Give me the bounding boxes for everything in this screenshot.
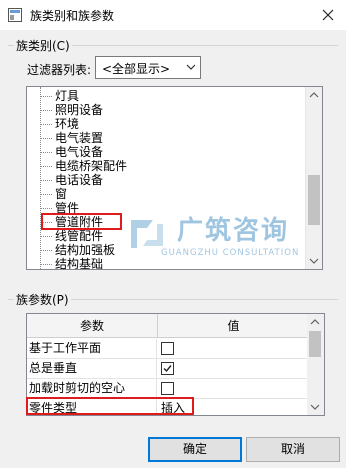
- checkmark-icon: [163, 365, 172, 373]
- tree-item-label: 结构基础: [55, 257, 104, 270]
- tree-item-label: 环境: [55, 117, 80, 131]
- param-name: 总是垂直: [27, 359, 157, 378]
- close-icon[interactable]: [318, 5, 338, 25]
- window-title: 族类别和族参数: [30, 9, 115, 23]
- watermark: 广筑咨询 GUANGZHU CONSULTATION: [127, 212, 322, 270]
- tree-item-label: 线管配件: [55, 229, 104, 243]
- tree-item[interactable]: 电缆桥架配件: [27, 159, 307, 173]
- checkbox[interactable]: [161, 382, 174, 395]
- tree-item-label: 电气装置: [55, 131, 104, 145]
- filter-value: <全部显示>: [102, 62, 171, 76]
- tree-item-label: 电气设备: [55, 145, 104, 159]
- scroll-down-icon[interactable]: [307, 399, 323, 415]
- table-row[interactable]: 基于工作平面: [27, 339, 309, 359]
- column-header-value[interactable]: 值: [158, 314, 309, 338]
- filter-label: 过滤器列表:: [27, 63, 92, 77]
- tree-item[interactable]: 窗: [27, 187, 307, 201]
- checkbox-checked[interactable]: [161, 362, 174, 375]
- ok-button[interactable]: 确定: [148, 437, 242, 462]
- tree-item-label: 灯具: [55, 89, 80, 103]
- filter-dropdown[interactable]: <全部显示>: [95, 56, 201, 79]
- table-row[interactable]: 加载时剪切的空心: [27, 379, 309, 399]
- grid-scrollbar[interactable]: [307, 314, 324, 415]
- family-params-label: 族参数(P): [14, 291, 71, 308]
- tree-dots: [40, 138, 52, 139]
- watermark-logo-icon: [131, 220, 163, 248]
- tree-dots: [40, 110, 52, 111]
- tree-item-label: 电话设备: [55, 173, 104, 187]
- tree-item[interactable]: 环境: [27, 117, 307, 131]
- tree-item-label: 照明设备: [55, 103, 104, 117]
- family-category-label: 族类别(C): [14, 37, 72, 54]
- checkbox[interactable]: [161, 342, 174, 355]
- tree-dots: [40, 166, 52, 167]
- watermark-subtext: GUANGZHU CONSULTATION: [161, 248, 300, 258]
- tree-item-label: 结构加强板: [55, 243, 116, 257]
- highlight-box-param: [26, 397, 194, 415]
- tree-dots: [40, 208, 52, 209]
- tree-dots: [40, 194, 52, 195]
- tree-item[interactable]: 灯具: [27, 89, 307, 103]
- tree-item-label: 电缆桥架配件: [55, 159, 128, 173]
- tree-item[interactable]: 照明设备: [27, 103, 307, 117]
- tree-dots: [40, 96, 52, 97]
- chevron-down-icon: [186, 64, 196, 70]
- tree-dots: [40, 264, 52, 265]
- grid-header: 参数 值: [27, 314, 309, 338]
- scroll-up-icon[interactable]: [307, 314, 323, 330]
- tree-item[interactable]: 电气装置: [27, 131, 307, 145]
- scroll-up-icon[interactable]: [306, 87, 322, 103]
- tree-item[interactable]: 电气设备: [27, 145, 307, 159]
- cancel-button[interactable]: 取消: [246, 437, 340, 462]
- watermark-text: 广筑咨询: [177, 216, 290, 246]
- tree-item-label: 窗: [55, 187, 68, 201]
- tree-dots: [40, 250, 52, 251]
- tree-dots: [40, 236, 52, 237]
- tree-item[interactable]: 电话设备: [27, 173, 307, 187]
- param-name: 加载时剪切的空心: [27, 379, 157, 398]
- column-header-param[interactable]: 参数: [27, 314, 158, 338]
- title-bar: 族类别和族参数: [0, 0, 346, 30]
- table-row[interactable]: 总是垂直: [27, 359, 309, 379]
- param-name: 基于工作平面: [27, 339, 157, 358]
- scroll-thumb[interactable]: [309, 331, 321, 357]
- highlight-box-category: [41, 213, 122, 230]
- tree-dots: [40, 152, 52, 153]
- tree-dots: [40, 180, 52, 181]
- tree-dots: [40, 124, 52, 125]
- app-icon: [8, 8, 22, 22]
